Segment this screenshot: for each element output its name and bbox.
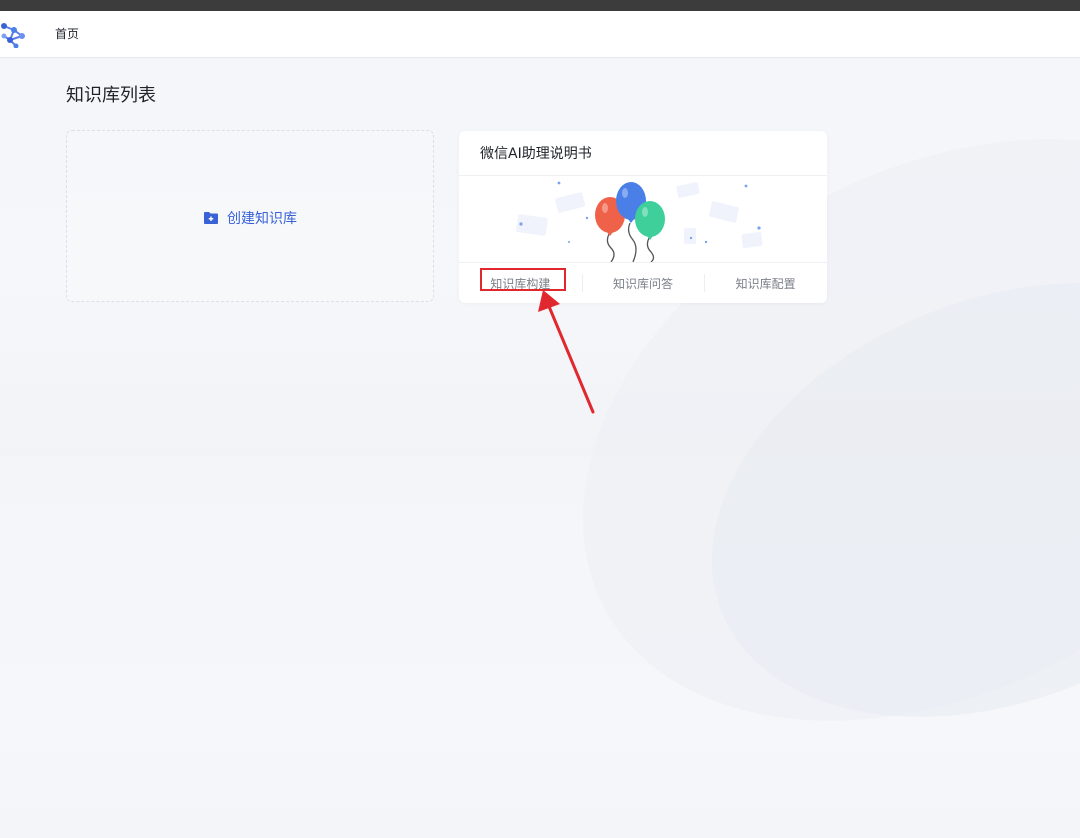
balloons-illustration [516,181,763,262]
window-top-strip [0,0,1080,11]
nav-home-link[interactable]: 首页 [55,26,79,42]
annotation-arrow [538,290,595,414]
create-knowledge-base-button[interactable]: 创建知识库 [203,208,297,228]
knowledge-base-name: 微信AI助理说明书 [480,146,592,162]
folder-plus-icon [204,212,218,224]
page-title: 知识库列表 [66,85,156,106]
network-nodes-logo-icon[interactable] [0,22,28,48]
top-navbar: 首页 [0,11,1080,58]
create-knowledge-base-label: 创建知识库 [227,211,297,227]
knowledge-base-config-button[interactable]: 知识库配置 [704,263,827,303]
create-knowledge-base-card[interactable]: 创建知识库 [66,130,434,302]
